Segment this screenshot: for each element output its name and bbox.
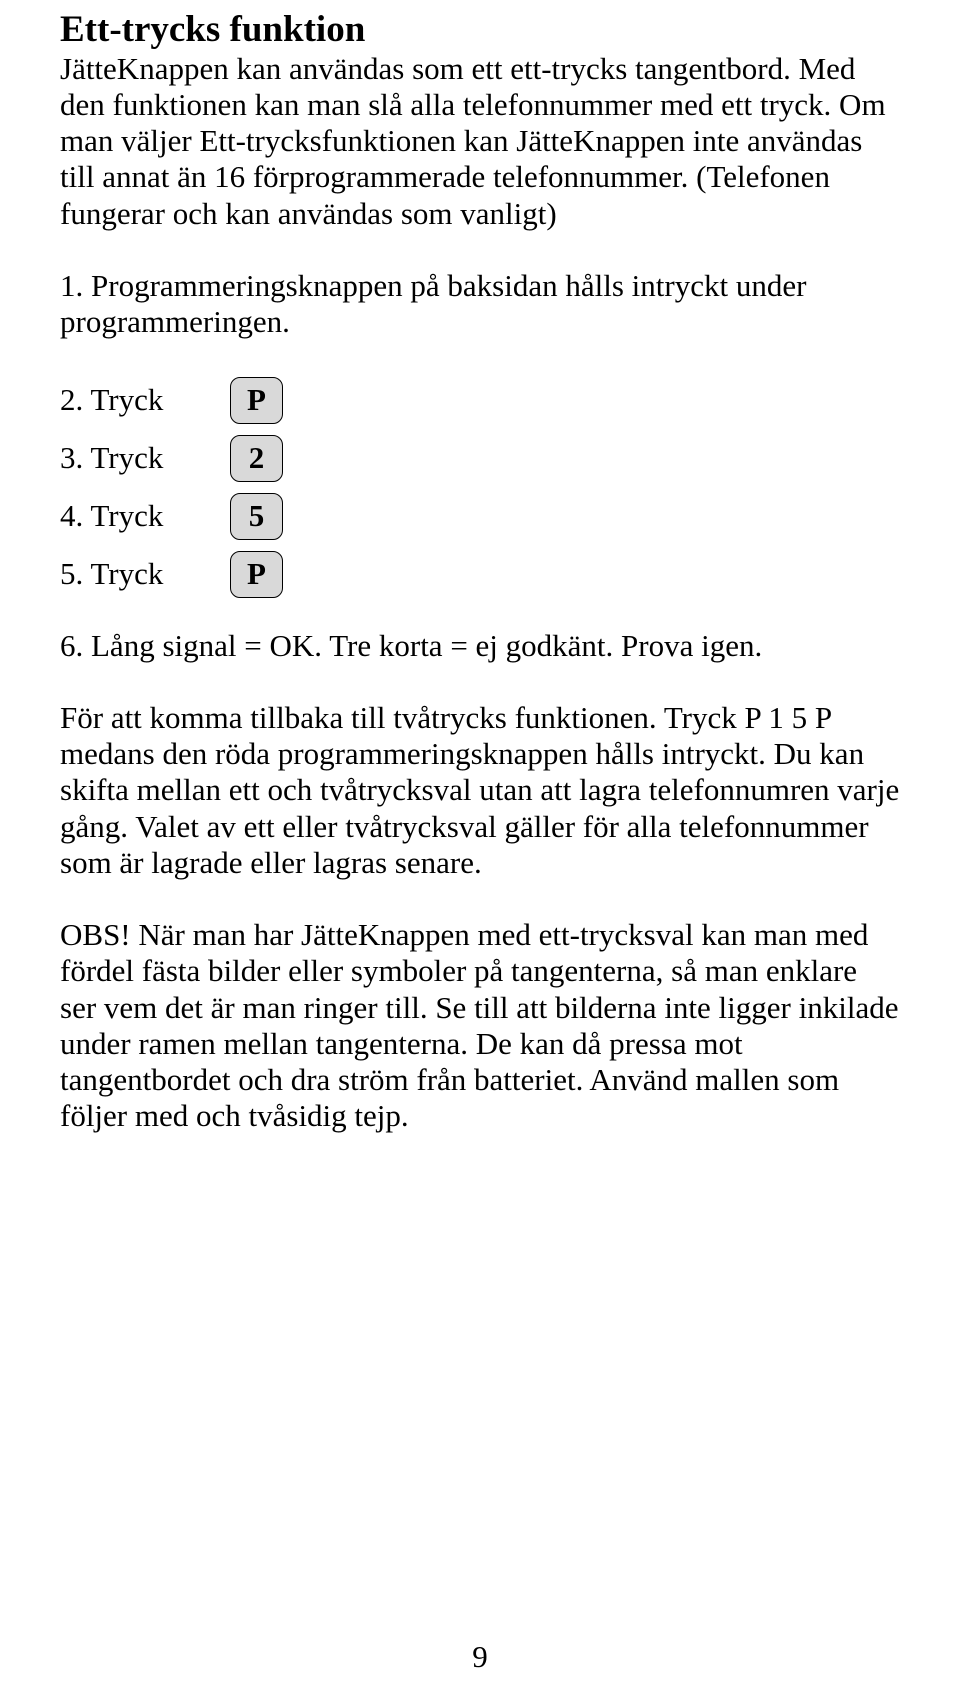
step-1: 1. Programmeringsknappen på baksidan hål… xyxy=(60,268,900,341)
obs-paragraph: OBS! När man har JätteKnappen med ett-tr… xyxy=(60,917,900,1135)
key-5: 5 xyxy=(230,493,283,540)
step-2-label: 2. Tryck xyxy=(60,382,230,418)
steps-block: 1. Programmeringsknappen på baksidan hål… xyxy=(60,268,900,664)
key-p-1: P xyxy=(230,377,283,424)
step-2: 2. Tryck P xyxy=(60,377,900,424)
step-6: 6. Lång signal = OK. Tre korta = ej godk… xyxy=(60,628,900,664)
page: Ett-trycks funktion JätteKnappen kan anv… xyxy=(0,0,960,1703)
step-3-label: 3. Tryck xyxy=(60,440,230,476)
step-4-label: 4. Tryck xyxy=(60,498,230,534)
heading-block: Ett-trycks funktion JätteKnappen kan anv… xyxy=(60,10,900,232)
key-p-2: P xyxy=(230,551,283,598)
page-number: 9 xyxy=(0,1639,960,1675)
key-2: 2 xyxy=(230,435,283,482)
intro-paragraph: JätteKnappen kan användas som ett ett-tr… xyxy=(60,51,900,232)
step-5-label: 5. Tryck xyxy=(60,556,230,592)
step-4: 4. Tryck 5 xyxy=(60,493,900,540)
step-5: 5. Tryck P xyxy=(60,551,900,598)
step-3: 3. Tryck 2 xyxy=(60,435,900,482)
heading: Ett-trycks funktion xyxy=(60,10,900,51)
return-paragraph: För att komma tillbaka till tvåtrycks fu… xyxy=(60,700,900,881)
